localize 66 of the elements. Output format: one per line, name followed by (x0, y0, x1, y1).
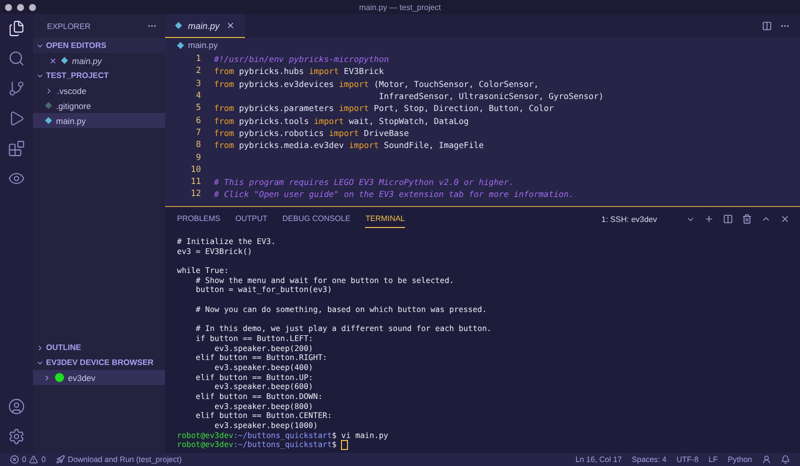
settings-icon[interactable] (8, 428, 25, 445)
section-header[interactable]: OUTLINE (46, 343, 82, 352)
python-file-icon (177, 42, 184, 48)
error-icon (10, 455, 19, 464)
file-item[interactable]: main.py (56, 116, 86, 126)
close-icon[interactable] (49, 56, 57, 64)
code-line: from pybricks.media.ev3dev import SoundFile, ImageFile (214, 140, 484, 150)
files-icon[interactable] (8, 20, 25, 37)
file-item[interactable]: .gitignore (56, 100, 91, 110)
split-editor-icon[interactable] (762, 21, 772, 31)
line-number: 8 (194, 140, 201, 150)
python-file-icon (61, 57, 68, 64)
maximize-window-button[interactable] (29, 4, 36, 10)
file-icon (45, 102, 52, 109)
code-line: # Click "Open user guide" on the EV3 extension tab for more information. (214, 189, 574, 200)
line-number: 12 (190, 189, 201, 200)
line-number: 10 (190, 164, 201, 175)
account-icon[interactable] (8, 398, 25, 415)
trash-icon[interactable] (742, 214, 752, 224)
python-file-icon (45, 117, 52, 124)
close-icon[interactable] (780, 214, 790, 224)
code-line: InfraredSensor, UltrasonicSensor, GyroSensor) (378, 91, 604, 102)
code-line: from pybricks.robotics import DriveBase (214, 128, 409, 138)
file-item[interactable]: .vscode (57, 86, 86, 96)
editor-tab[interactable]: main.py (188, 20, 220, 30)
code-line: from pybricks.tools import wait, StopWatch, DataLog (214, 116, 469, 126)
chevron-right-icon[interactable] (45, 86, 53, 94)
section-header[interactable]: TEST_PROJECT (46, 71, 109, 80)
bell-icon[interactable] (781, 455, 790, 464)
line-number: 11 (190, 177, 201, 188)
file-item[interactable]: ev3dev (68, 372, 96, 382)
chevron-right-icon[interactable] (43, 374, 51, 382)
chevron-right-icon[interactable] (36, 344, 44, 352)
warning-icon (29, 455, 38, 464)
close-icon[interactable] (226, 21, 235, 30)
window-title: main.py — test_project (359, 2, 441, 12)
code-line: from pybricks.hubs import EV3Brick (214, 66, 384, 76)
section-header[interactable]: EV3DEV DEVICE BROWSER (46, 358, 154, 367)
person-icon[interactable] (762, 455, 771, 464)
file-item[interactable]: main.py (72, 56, 102, 66)
close-window-button[interactable] (5, 4, 12, 10)
line-number: 5 (194, 103, 201, 114)
sidebar-title: EXPLORER (47, 22, 91, 30)
code-line: from pybricks.ev3devices import (Motor, TouchSensor, ColorSensor, (214, 78, 539, 89)
line-number: 3 (194, 78, 201, 89)
branch-icon[interactable] (8, 80, 25, 97)
search-icon[interactable] (8, 50, 25, 67)
terminal-select[interactable]: 1: SSH: ev3dev (601, 214, 657, 224)
line-number: 7 (194, 128, 201, 138)
rocket-icon (56, 455, 65, 464)
line-number: 1 (194, 54, 201, 64)
line-number: 4 (194, 91, 201, 102)
breadcrumb[interactable]: main.py (188, 40, 218, 50)
run-icon[interactable] (8, 110, 25, 127)
code-line: #!/usr/bin/env pybricks-micropython (214, 54, 389, 64)
code-line: # This program requires LEGO EV3 MicroPython v2.0 or higher. (214, 177, 514, 188)
code-line: from pybricks.parameters import Port, Stop, Direction, Button, Color (214, 103, 554, 114)
eye-icon[interactable] (8, 170, 25, 187)
line-number: 6 (194, 116, 201, 126)
minimize-window-button[interactable] (17, 4, 24, 10)
split-terminal-icon[interactable] (723, 214, 733, 224)
extensions-icon[interactable] (8, 140, 25, 157)
line-number: 9 (194, 152, 201, 163)
plus-icon[interactable] (704, 214, 714, 224)
line-number: 2 (194, 66, 201, 76)
python-file-icon (175, 22, 182, 29)
